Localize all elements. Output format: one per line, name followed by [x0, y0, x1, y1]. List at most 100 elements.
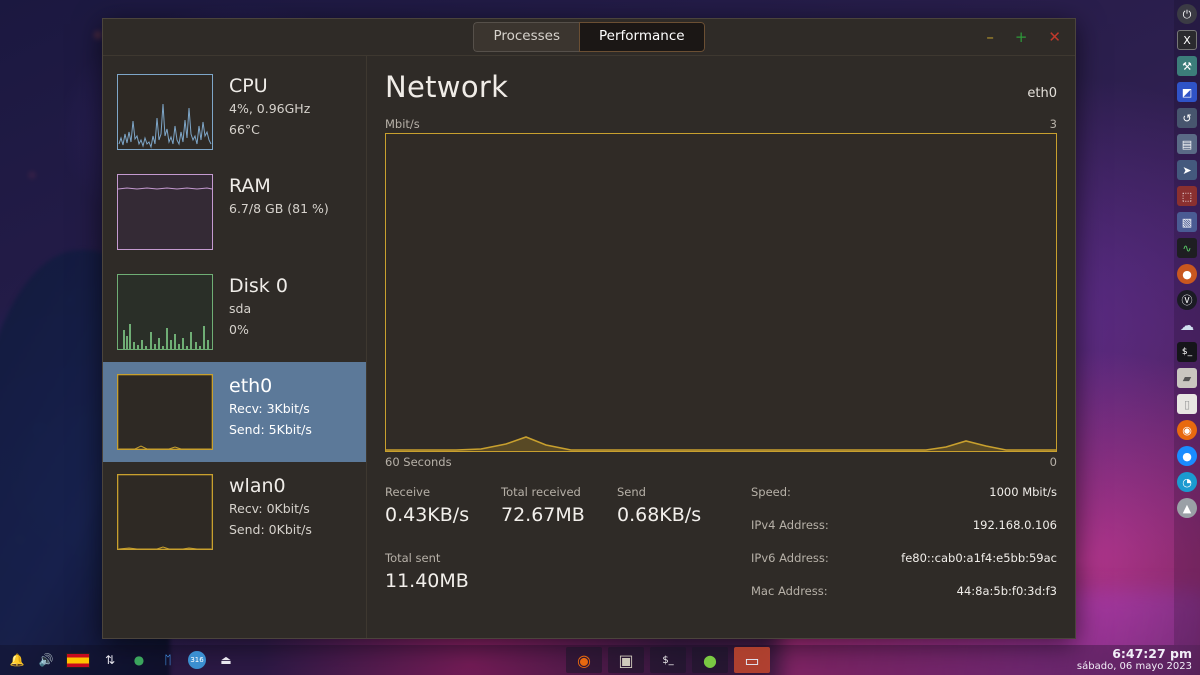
task-image-viewer[interactable]: ▣ [608, 647, 644, 673]
gallery-icon[interactable]: ▤ [1177, 134, 1197, 154]
detail-ipv6: IPv6 Address: fe80::cab0:a1f4:e5bb:59ac [751, 551, 1057, 565]
power-icon[interactable]: ⏻ [1177, 4, 1197, 24]
window-split-icon[interactable]: ⬚ [1177, 186, 1197, 206]
task-list: ◉ ▣ $_ ● ▭ [566, 647, 770, 673]
volume-icon[interactable]: 🔊 [37, 651, 55, 669]
eth0-send: Send: 5Kbit/s [229, 422, 312, 438]
bluetooth-icon[interactable]: ᛖ [159, 651, 177, 669]
xorg-icon[interactable]: X [1177, 30, 1197, 50]
disk0-line-2: 0% [229, 322, 249, 338]
task-ubuntu[interactable]: ● [692, 647, 728, 673]
stat-receive: Receive 0.43KB/s [385, 485, 501, 536]
maximize-button[interactable]: + [1015, 29, 1028, 45]
ram-line-1: 6.7/8 GB (81 %) [229, 201, 329, 217]
refresh-icon[interactable]: ↺ [1177, 108, 1197, 128]
network-transfer-icon[interactable]: ⇅ [101, 651, 119, 669]
detail-speed: Speed: 1000 Mbit/s [751, 485, 1057, 499]
detail-ipv6-value: fe80::cab0:a1f4:e5bb:59ac [901, 551, 1057, 565]
stat-receive-value: 0.43KB/s [385, 504, 470, 526]
stat-send-value: 0.68KB/s [617, 504, 702, 526]
desktop: Processes Performance – + ✕ CPU 4%, 0.96… [0, 0, 1200, 675]
detail-ipv4-value: 192.168.0.106 [972, 518, 1057, 532]
clock[interactable]: 6:47:27 pm sábado, 06 mayo 2023 [1076, 646, 1192, 673]
disk0-title: Disk 0 [229, 275, 288, 297]
network-throughput-graph [385, 133, 1057, 452]
stat-send: Send 0.68KB/s [617, 485, 733, 536]
eject-icon[interactable]: ⏏ [217, 651, 235, 669]
disk0-labels: Disk 0 sda 0% [229, 274, 288, 340]
stat-total-received-value: 72.67MB [501, 504, 585, 526]
resource-sidebar: CPU 4%, 0.96GHz 66°C RAM 6.7/8 GB (81 %)… [103, 56, 367, 638]
disk0-thumbnail-graph [117, 274, 213, 350]
window-controls: – + ✕ [986, 19, 1061, 55]
chrome-icon[interactable]: ● [1177, 446, 1197, 466]
terminal-icon[interactable]: $_ [1177, 342, 1197, 362]
task-terminal[interactable]: $_ [650, 647, 686, 673]
edge-icon[interactable]: ◔ [1177, 472, 1197, 492]
stats-area: Receive 0.43KB/s Total received 72.67MB … [385, 485, 1057, 617]
shark-icon[interactable]: ◩ [1177, 82, 1197, 102]
wlan0-thumbnail-graph [117, 474, 213, 550]
system-monitor-window: Processes Performance – + ✕ CPU 4%, 0.96… [102, 18, 1076, 639]
eth0-labels: eth0 Recv: 3Kbit/s Send: 5Kbit/s [229, 374, 312, 440]
sidebar-item-ram[interactable]: RAM 6.7/8 GB (81 %) [103, 162, 366, 262]
y-axis-max: 3 [1049, 117, 1057, 131]
ram-labels: RAM 6.7/8 GB (81 %) [229, 174, 329, 218]
docs-icon[interactable]: ▧ [1177, 212, 1197, 232]
task-system-monitor[interactable]: ▭ [734, 647, 770, 673]
sidebar-item-wlan0[interactable]: wlan0 Recv: 0Kbit/s Send: 0Kbit/s [103, 462, 366, 562]
monitor-icon[interactable]: ∿ [1177, 238, 1197, 258]
sidebar-item-cpu[interactable]: CPU 4%, 0.96GHz 66°C [103, 62, 366, 162]
cloud-icon[interactable]: ☁ [1177, 316, 1197, 336]
detail-ipv4-key: IPv4 Address: [751, 518, 829, 532]
stat-total-sent-label: Total sent [385, 551, 441, 565]
x-axis-label: 60 Seconds [385, 455, 452, 469]
graph-bottom-axis: 60 Seconds 0 [385, 455, 1057, 469]
close-button[interactable]: ✕ [1048, 29, 1061, 45]
ubuntu-icon[interactable]: ● [1177, 264, 1197, 284]
tab-processes[interactable]: Processes [473, 22, 579, 52]
keyboard-layout-es-icon[interactable] [66, 652, 90, 668]
sidebar-item-eth0[interactable]: eth0 Recv: 3Kbit/s Send: 5Kbit/s [103, 362, 366, 462]
chrome-tray-icon[interactable]: ● [130, 651, 148, 669]
cpu-thumbnail-graph [117, 74, 213, 150]
speed-meter-icon[interactable]: 316 [188, 651, 206, 669]
notification-bell-icon[interactable]: 🔔 [8, 651, 26, 669]
tools-icon[interactable]: ⚒ [1177, 56, 1197, 76]
wlan0-recv: Recv: 0Kbit/s [229, 501, 310, 517]
clock-date: sábado, 06 mayo 2023 [1076, 661, 1192, 673]
vm-icon[interactable]: Ⓥ [1177, 290, 1197, 310]
clock-time: 6:47:27 pm [1112, 646, 1192, 662]
throughput-stats: Receive 0.43KB/s Total received 72.67MB … [385, 485, 743, 617]
disk0-line-1: sda [229, 301, 252, 317]
interface-name: eth0 [1027, 86, 1057, 101]
window-titlebar[interactable]: Processes Performance – + ✕ [103, 19, 1075, 55]
detail-mac: Mac Address: 44:8a:5b:f0:3d:f3 [751, 584, 1057, 598]
eth0-title: eth0 [229, 375, 273, 397]
tab-performance[interactable]: Performance [579, 22, 705, 52]
wlan0-send: Send: 0Kbit/s [229, 522, 312, 538]
stat-total-sent-value: 11.40MB [385, 570, 469, 592]
wlan0-title: wlan0 [229, 475, 286, 497]
folder-icon[interactable]: ▰ [1177, 368, 1197, 388]
launcher-icon[interactable]: ▲ [1177, 498, 1197, 518]
performance-detail-panel: Network eth0 Mbit/s 3 60 Seconds 0 Recei… [367, 56, 1075, 638]
task-firefox[interactable]: ◉ [566, 647, 602, 673]
detail-speed-key: Speed: [751, 485, 791, 499]
eth0-thumbnail-graph [117, 374, 213, 450]
right-dock: ⏻ X ⚒ ◩ ↺ ▤ ➤ ⬚ ▧ ∿ ● Ⓥ ☁ $_ ▰ ▯ ◉ ● ◔ ▲ [1174, 0, 1200, 645]
window-body: CPU 4%, 0.96GHz 66°C RAM 6.7/8 GB (81 %)… [103, 55, 1075, 638]
cursor-icon[interactable]: ➤ [1177, 160, 1197, 180]
detail-mac-value: 44:8a:5b:f0:3d:f3 [956, 584, 1057, 598]
firefox-icon[interactable]: ◉ [1177, 420, 1197, 440]
sidebar-item-disk0[interactable]: Disk 0 sda 0% [103, 262, 366, 362]
y-axis-min: 0 [1049, 455, 1057, 469]
cpu-title: CPU [229, 75, 268, 97]
stat-total-sent: Total sent 11.40MB [385, 551, 743, 602]
page-icon[interactable]: ▯ [1177, 394, 1197, 414]
minimize-button[interactable]: – [986, 29, 994, 45]
page-title: Network [385, 70, 509, 104]
stat-total-received: Total received 72.67MB [501, 485, 617, 536]
tab-bar: Processes Performance [473, 22, 705, 52]
detail-speed-value: 1000 Mbit/s [989, 485, 1057, 499]
